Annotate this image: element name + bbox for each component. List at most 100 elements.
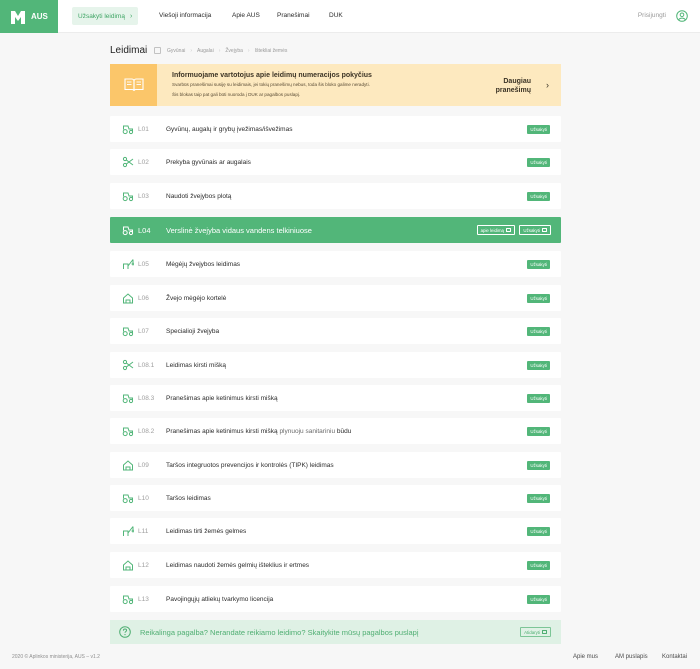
brand-logo[interactable]: AUS: [0, 0, 58, 33]
permit-code: L09: [138, 461, 149, 469]
calendar-icon: [154, 47, 161, 54]
order-button[interactable]: Užsakyti: [527, 157, 550, 167]
breadcrumb-item[interactable]: Gyvūnai: [167, 48, 185, 54]
permit-title: Specialioji žvejyba: [166, 328, 219, 335]
notice-text-line: Šis blokas taip pat gali būti nuoroda į …: [172, 91, 301, 97]
open-help-label: Atidaryti: [524, 629, 540, 635]
order-button[interactable]: Užsakyti: [527, 526, 550, 536]
order-button[interactable]: Užsakyti: [527, 293, 550, 303]
permit-row-l05[interactable]: L05 Mėgėjų žvejybos leidimas Užsakyti: [110, 251, 561, 277]
order-button[interactable]: Užsakyti: [527, 426, 550, 436]
external-link-icon: [542, 228, 547, 232]
permit-title-text: Žvejo mėgėjo kortelė: [166, 294, 227, 302]
permit-title: Pranešimas apie ketinimus kirsti mišką p…: [166, 428, 351, 435]
permit-title: Pranešimas apie ketinimus kirsti mišką: [166, 395, 278, 402]
permit-row-l08-3[interactable]: L08.3 Pranešimas apie ketinimus kirsti mi…: [110, 385, 561, 411]
order-button[interactable]: Užsakyti: [527, 393, 550, 403]
info-card-icon: [506, 228, 511, 232]
permit-row-l08-2[interactable]: L08.2 Pranešimas apie ketinimus kirsti mi…: [110, 418, 561, 444]
permit-title-text: Leidimas kirsti mišką: [166, 361, 226, 369]
permit-title-extra: plynuoju sanitariniu: [279, 427, 336, 435]
permit-code: L11: [138, 527, 149, 535]
permit-row-l10[interactable]: L10 Taršos leidimas Užsakyti: [110, 485, 561, 511]
order-button[interactable]: Užsakyti: [527, 191, 550, 201]
more-notifications-link[interactable]: Daugiau pranešimų: [496, 77, 531, 95]
login-link[interactable]: Prisijungti: [638, 12, 666, 19]
nav-public-info[interactable]: Viešoji informacija: [159, 12, 211, 19]
notice-text-line: Svarbūs pranešimai susiję su leidimais, …: [172, 82, 370, 87]
permit-row-l06[interactable]: L06 Žvejo mėgėjo kortelė Užsakyti: [110, 285, 561, 311]
more-notifications-label: Daugiau: [503, 78, 531, 85]
permit-row-l07[interactable]: L07 Specialioji žvejyba Užsakyti: [110, 318, 561, 344]
order-label: Užsakyti: [523, 227, 540, 233]
order-button[interactable]: Užsakyti: [527, 594, 550, 604]
page-title: Leidimai: [110, 45, 148, 56]
permit-row-l11[interactable]: L11 Leidimas tirti žemės gelmes Užsakyti: [110, 518, 561, 544]
order-button[interactable]: Užsakyti: [527, 493, 550, 503]
help-banner[interactable]: Reikalinga pagalba? Nerandate reikiamo l…: [110, 620, 561, 644]
permit-title-text: Mėgėjų žvejybos leidimas: [166, 260, 241, 268]
house-icon: [123, 293, 133, 304]
notice-icon-box: [110, 64, 157, 106]
permit-row-l04[interactable]: L04 Verslinė žvejyba vidaus vandens telki…: [110, 217, 561, 243]
nav-notifications[interactable]: Pranešimai: [277, 12, 310, 19]
order-button[interactable]: Užsakyti: [527, 360, 550, 370]
permit-code: L04: [138, 225, 151, 235]
permit-row-l01[interactable]: L01 Gyvūnų, augalų ir grybų įvežimas/išve…: [110, 116, 561, 142]
permit-code: L03: [138, 192, 149, 200]
chevron-right-icon: ›: [129, 12, 133, 20]
top-navbar: AUS Užsakyti leidimą › Viešoji informaci…: [0, 0, 700, 33]
permit-row-l09[interactable]: L09 Taršos integruotos prevencijos ir kon…: [110, 452, 561, 478]
order-button[interactable]: Užsakyti: [527, 259, 550, 269]
about-permit-button[interactable]: apie leidimą: [476, 225, 515, 235]
permit-title-text: Leidimas naudoti žemės gelmių išteklius …: [166, 561, 310, 569]
breadcrumb-item[interactable]: Žvejyba: [225, 48, 243, 54]
permit-code: L06: [138, 294, 149, 302]
permit-code: L05: [138, 260, 149, 268]
order-button[interactable]: Užsakyti: [519, 225, 551, 235]
user-icon[interactable]: [676, 10, 688, 22]
permit-title: Pavojingųjų atliekų tvarkymo licencija: [166, 596, 273, 603]
order-button[interactable]: Užsakyti: [527, 560, 550, 570]
brand-name: AUS: [31, 12, 48, 21]
breadcrumb-item[interactable]: Ištekliai žemės: [255, 48, 288, 54]
permit-code: L10: [138, 494, 149, 502]
scissors-icon: [122, 359, 134, 371]
permit-title: Leidimas kirsti mišką: [166, 362, 226, 369]
fishing-rod-icon: [123, 526, 134, 536]
order-button[interactable]: Užsakyti: [527, 460, 550, 470]
breadcrumb-item[interactable]: Augalai: [197, 48, 214, 54]
tractor-icon: [122, 427, 134, 437]
permit-code: L07: [138, 327, 149, 335]
permit-title-text: Pranešimas apie ketinimus kirsti mišką: [166, 394, 278, 402]
permit-title-text: Verslinė žvejyba vidaus vandens telkiniu…: [166, 225, 312, 235]
permit-title-text: Pranešimas apie ketinimus kirsti mišką: [166, 427, 278, 435]
order-button[interactable]: Užsakyti: [527, 124, 550, 134]
order-button[interactable]: Užsakyti: [527, 326, 550, 336]
permit-row-l03[interactable]: L03 Naudoti žvejybos plotą Užsakyti: [110, 183, 561, 209]
permit-row-l02[interactable]: L02 Prekyba gyvūnais ar augalais Užsakyti: [110, 149, 561, 175]
permit-row-l12[interactable]: L12 Leidimas naudoti žemės gelmių ištekli…: [110, 552, 561, 578]
order-permit-button[interactable]: Užsakyti leidimą ›: [72, 7, 139, 25]
permit-code: L08.1: [138, 361, 155, 369]
permit-title: Gyvūnų, augalų ir grybų įvežimas/išvežim…: [166, 126, 292, 133]
footer-link-ministry[interactable]: AM puslapis: [615, 654, 648, 660]
permit-code: L12: [138, 561, 149, 569]
permit-row-l08-1[interactable]: L08.1 Leidimas kirsti mišką Užsakyti: [110, 352, 561, 378]
permit-row-l13[interactable]: L13 Pavojingųjų atliekų tvarkymo licencij…: [110, 586, 561, 612]
permit-code: L08.3: [138, 394, 155, 402]
nav-about[interactable]: Apie AUS: [232, 12, 260, 19]
fishing-rod-icon: [123, 259, 134, 269]
nav-faq[interactable]: DUK: [329, 12, 343, 19]
breadcrumb-separator: ›: [247, 47, 250, 54]
permit-title-text: Gyvūnų, augalų ir grybų įvežimas/išvežim…: [166, 125, 293, 133]
chevron-right-icon[interactable]: ›: [546, 80, 549, 90]
permit-title-text: Pavojingųjų atliekų tvarkymo licencija: [166, 595, 274, 603]
open-help-button[interactable]: Atidaryti: [520, 627, 551, 637]
permit-title: Prekyba gyvūnais ar augalais: [166, 159, 251, 166]
question-circle-icon: [119, 626, 131, 638]
footer-link-contacts[interactable]: Kontaktai: [662, 654, 687, 660]
permit-title: Leidimas tirti žemės gelmes: [166, 528, 246, 535]
footer-link-about[interactable]: Apie mus: [573, 654, 598, 660]
about-permit-label: apie leidimą: [480, 227, 504, 233]
